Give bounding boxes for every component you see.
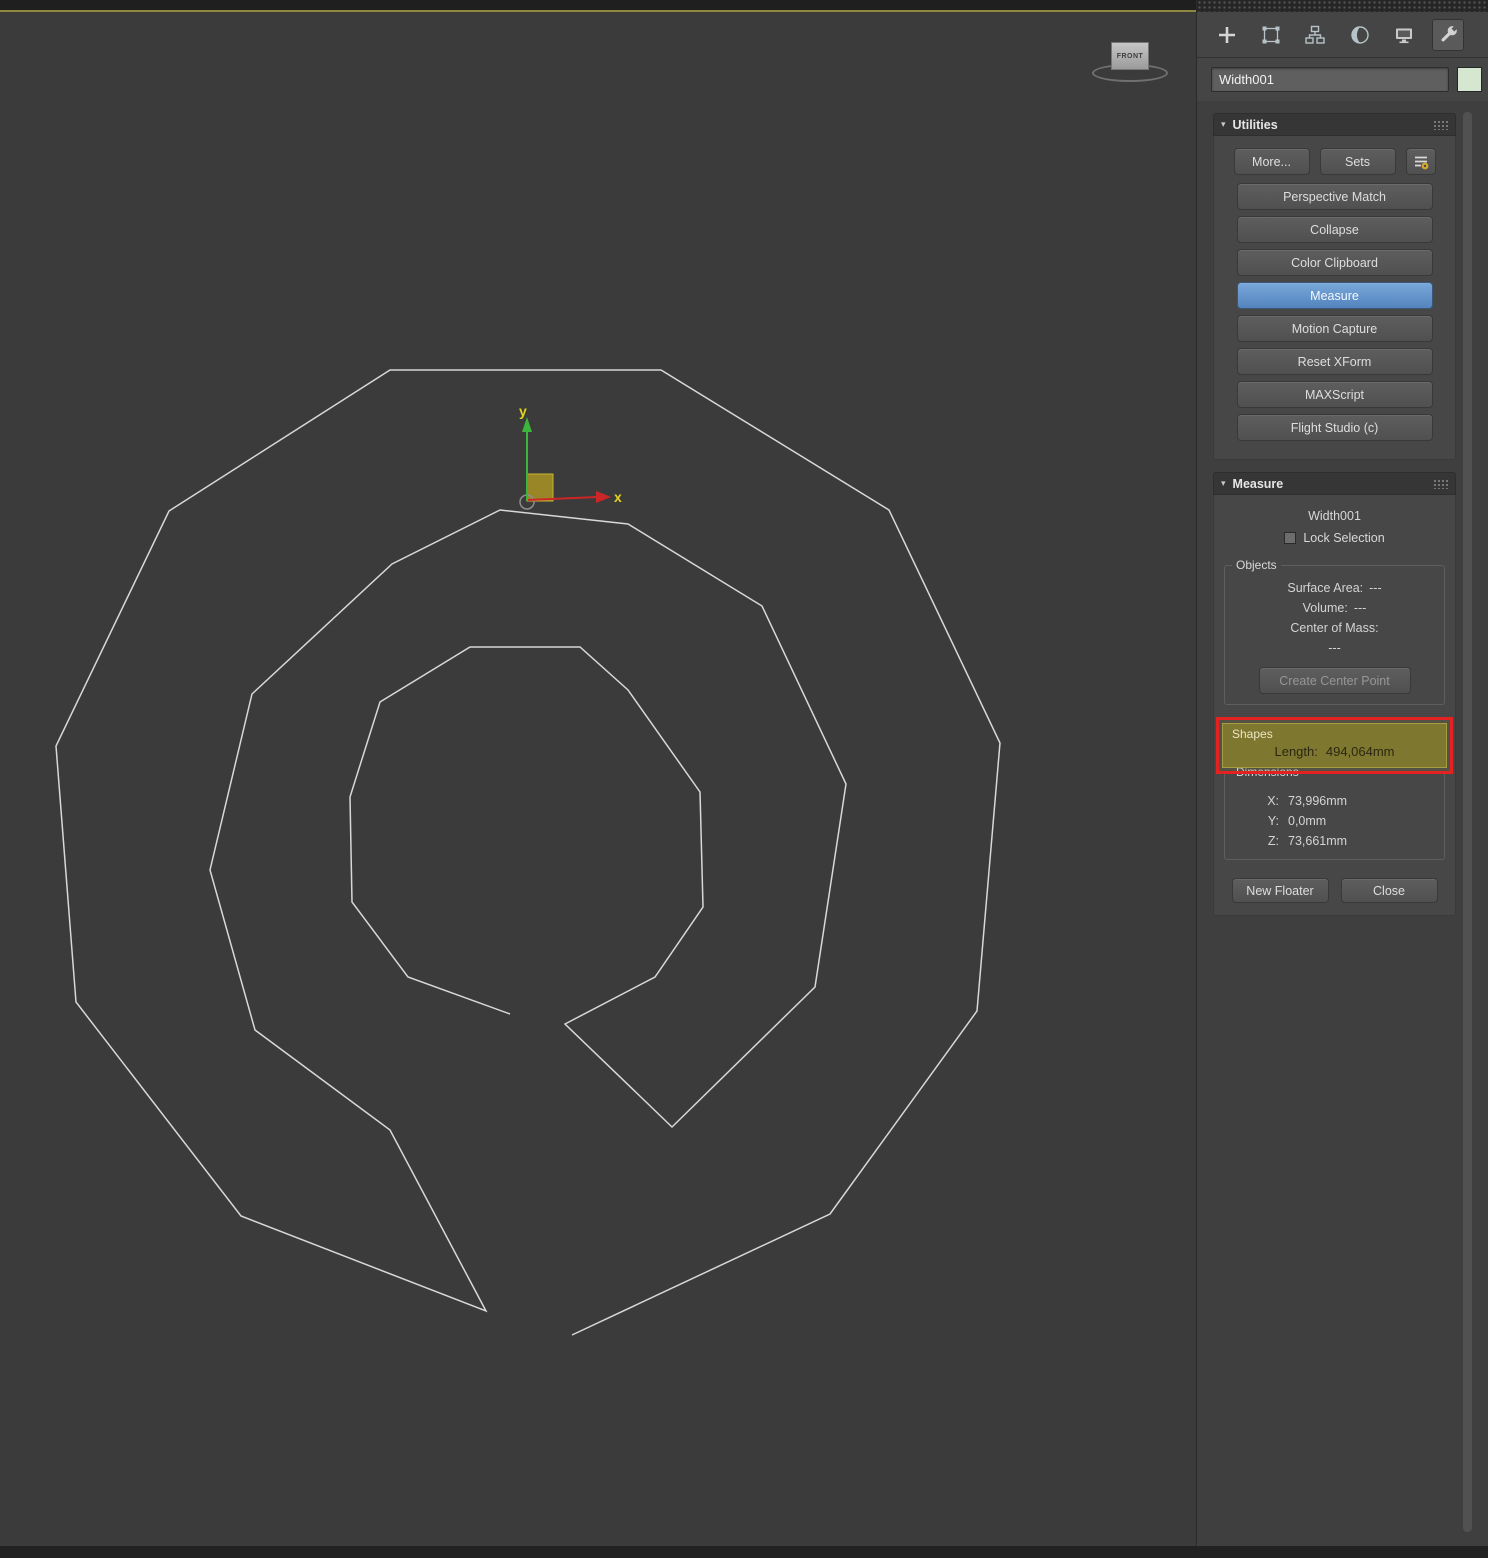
dimension-z-value: 73,661mm <box>1288 834 1348 848</box>
length-value: 494,064mm <box>1325 744 1395 759</box>
measure-footer-row: New Floater Close <box>1214 878 1455 903</box>
utilities-rollout-body: More... Sets Perspective Match Collapse <box>1213 136 1456 460</box>
object-name-input[interactable] <box>1211 67 1449 92</box>
dimension-row-x: X: 73,996mm <box>1229 791 1440 811</box>
center-of-mass-value-row: --- <box>1229 638 1440 658</box>
viewcube[interactable]: FRONT <box>1090 36 1170 88</box>
volume-row: Volume: --- <box>1229 598 1440 618</box>
rollout-grip-icon[interactable] <box>1433 478 1448 489</box>
utilities-rollout-title: Utilities <box>1232 117 1278 132</box>
reset-xform-button[interactable]: Reset XForm <box>1236 348 1433 375</box>
tab-create[interactable] <box>1211 19 1243 51</box>
axis-label-x: x <box>614 489 622 505</box>
hierarchy-icon <box>1305 25 1326 44</box>
spiral-polyline <box>55 369 1001 1336</box>
viewport-canvas[interactable]: y x FRONT <box>0 10 1196 1546</box>
lock-selection-checkbox[interactable] <box>1284 532 1297 544</box>
rollout-grip-icon[interactable] <box>1433 119 1448 130</box>
collapse-button[interactable]: Collapse <box>1236 216 1433 243</box>
measure-rollout-header[interactable]: ▾ Measure <box>1213 472 1456 495</box>
shapes-annotation: Shapes Length: 494,064mm <box>1216 717 1453 774</box>
center-of-mass-row: Center of Mass: <box>1229 618 1440 638</box>
viewcube-front-face[interactable]: FRONT <box>1111 42 1149 70</box>
measure-rollout-body: Width001 Lock Selection Objects Surface … <box>1213 495 1456 916</box>
more-button[interactable]: More... <box>1233 148 1310 175</box>
dimension-y-value: 0,0mm <box>1288 814 1327 828</box>
flight-studio-button[interactable]: Flight Studio (c) <box>1236 414 1433 441</box>
viewport-drawing: y x <box>55 369 1001 1336</box>
dimension-row-y: Y: 0,0mm <box>1229 811 1440 831</box>
display-monitor-icon <box>1395 28 1412 43</box>
lock-selection-row: Lock Selection <box>1214 525 1455 553</box>
rollouts-area: ▾ Utilities More... Sets Perspective Mat… <box>1197 101 1488 916</box>
volume-value: --- <box>1353 601 1367 615</box>
dimension-x-value: 73,996mm <box>1288 794 1348 808</box>
measured-object-name: Width001 <box>1308 509 1361 523</box>
surface-area-row: Surface Area: --- <box>1229 578 1440 598</box>
command-panel: ▾ Utilities More... Sets <box>1196 0 1488 1546</box>
surface-area-value: --- <box>1369 581 1382 595</box>
color-clipboard-button[interactable]: Color Clipboard <box>1236 249 1433 276</box>
tab-hierarchy[interactable] <box>1299 19 1331 51</box>
shapes-group-title: Shapes <box>1232 727 1273 741</box>
application-window: y x FRONT Width001 ▾ Utilities More... S… <box>0 0 1488 1558</box>
dimension-x-label: X: <box>1267 794 1279 808</box>
object-name-row <box>1197 58 1488 101</box>
tab-utilities[interactable] <box>1431 18 1464 51</box>
panel-grip-strip <box>1197 0 1488 12</box>
configure-button-sets-button[interactable] <box>1405 148 1436 175</box>
tab-display[interactable] <box>1388 19 1420 51</box>
collapse-arrow-icon: ▾ <box>1221 119 1226 129</box>
object-color-swatch[interactable] <box>1457 67 1482 92</box>
perspective-match-button[interactable]: Perspective Match <box>1236 183 1433 210</box>
sets-button[interactable]: Sets <box>1319 148 1396 175</box>
length-label: Length: <box>1274 744 1318 759</box>
panel-scrollbar[interactable] <box>1463 112 1472 1532</box>
command-panel-tabs <box>1197 12 1488 58</box>
maxscript-button[interactable]: MAXScript <box>1236 381 1433 408</box>
tab-motion[interactable] <box>1344 19 1376 51</box>
list-gear-icon <box>1414 156 1428 169</box>
objects-group-title: Objects <box>1232 558 1281 572</box>
utilities-rollout: ▾ Utilities More... Sets Perspective Mat… <box>1213 113 1456 460</box>
viewport-top-strip <box>0 0 1196 10</box>
axis-label-y: y <box>519 403 527 419</box>
create-center-point-button: Create Center Point <box>1258 667 1411 694</box>
measure-button[interactable]: Measure <box>1236 282 1433 309</box>
x-axis-arrowhead-icon <box>596 491 611 503</box>
close-button[interactable]: Close <box>1340 878 1438 903</box>
utilities-top-row: More... Sets <box>1214 148 1455 175</box>
measure-rollout-title: Measure <box>1232 476 1284 491</box>
axis-gizmo: y x <box>519 403 622 510</box>
dimension-row-z: Z: 73,661mm <box>1229 831 1440 851</box>
volume-label: Volume: <box>1302 601 1348 615</box>
viewcube-front-label: FRONT <box>1116 52 1144 60</box>
tab-modify[interactable] <box>1255 19 1287 51</box>
new-floater-button[interactable]: New Floater <box>1231 878 1329 903</box>
y-axis-arrowhead-icon <box>522 417 532 432</box>
length-row: Length: 494,064mm <box>1227 741 1442 759</box>
shapes-group: Shapes Length: 494,064mm <box>1222 723 1447 768</box>
motion-capture-button[interactable]: Motion Capture <box>1236 315 1433 342</box>
measure-rollout: ▾ Measure Width001 Lock Selection Object… <box>1213 472 1456 916</box>
center-of-mass-label: Center of Mass: <box>1290 621 1379 635</box>
collapse-arrow-icon: ▾ <box>1221 478 1226 488</box>
surface-area-label: Surface Area: <box>1287 581 1364 595</box>
modify-icon <box>1262 26 1280 43</box>
lock-selection-label: Lock Selection <box>1303 531 1385 545</box>
dimension-z-label: Z: <box>1267 834 1279 848</box>
bottom-edge-strip <box>0 1546 1488 1558</box>
dimensions-group: Dimensions X: 73,996mm Y: 0,0mm Z: 73,661mm <box>1224 765 1445 860</box>
utilities-wrench-icon <box>1441 24 1458 41</box>
center-of-mass-value: --- <box>1328 641 1341 655</box>
utilities-rollout-header[interactable]: ▾ Utilities <box>1213 113 1456 136</box>
dimension-y-label: Y: <box>1267 814 1279 828</box>
create-plus-icon <box>1219 26 1235 43</box>
motion-icon <box>1350 25 1369 44</box>
objects-group: Objects Surface Area: --- Volume: --- Cent… <box>1224 558 1445 705</box>
